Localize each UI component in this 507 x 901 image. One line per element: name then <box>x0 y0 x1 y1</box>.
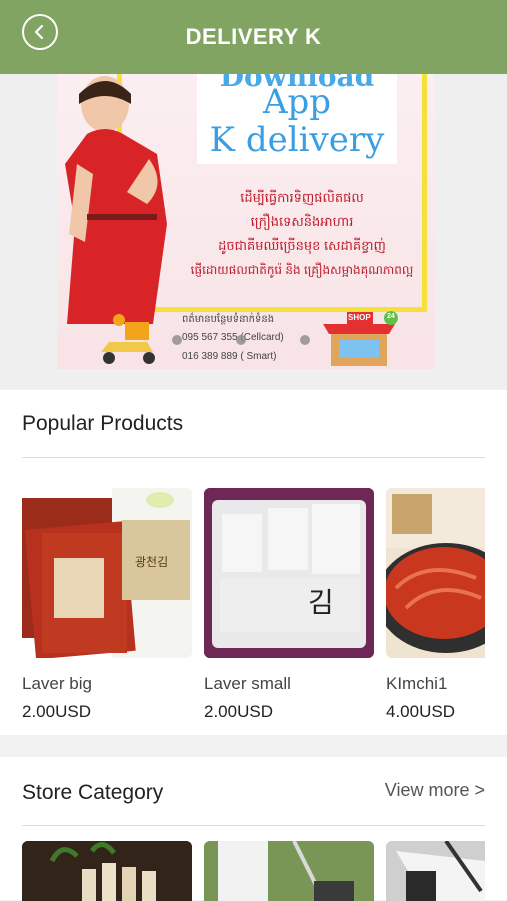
phone-smart: 016 389 889 ( Smart) <box>182 351 277 362</box>
product-image[interactable]: 광천김 <box>22 488 192 658</box>
shop-sign: SHOP <box>348 313 371 322</box>
product-image[interactable]: 김 <box>204 488 374 658</box>
product-box-label: 김 <box>308 587 334 618</box>
back-arrow-icon[interactable] <box>22 14 58 50</box>
category-card[interactable] <box>386 841 485 901</box>
store-category-section: Store Category View more > <box>0 757 507 901</box>
category-card[interactable] <box>204 841 374 901</box>
banner-slide[interactable]: Download App K delivery ដើម្បីធ្វើការទិញ… <box>57 74 435 369</box>
carousel-dot[interactable] <box>300 335 310 345</box>
product-card[interactable]: 광천김 Laver big 2.00USD <box>22 488 192 722</box>
section-title: Store Category <box>22 781 164 804</box>
product-price: 2.00USD <box>22 702 91 721</box>
section-divider <box>22 825 485 826</box>
carousel-dot[interactable] <box>236 335 246 345</box>
banner-khmer-line: ដូចជាគីមឈីច្រើនមុខ សេដាគីខ្វាញ់ <box>218 238 386 253</box>
delivery-scooter-icon <box>101 314 155 364</box>
product-image[interactable] <box>386 488 485 658</box>
banner-brand-text: K delivery <box>209 120 385 160</box>
product-card[interactable]: KImchi1 4.00USD <box>386 488 485 722</box>
contact-label: ពត៌មានបន្ថែមទំនាក់ទំនង <box>182 314 275 325</box>
banner-app-text: App <box>262 82 332 122</box>
shop-badge: 24 <box>387 313 395 320</box>
view-more-link[interactable]: View more > <box>385 780 485 801</box>
product-price: 4.00USD <box>386 702 455 721</box>
product-name: Laver big <box>22 674 92 693</box>
banner-khmer-line: ក្រឿងទេសនិងអាហារ <box>250 214 354 229</box>
product-card[interactable]: 김 Laver small 2.00USD <box>204 488 374 722</box>
app-bar: DELIVERY K <box>0 0 507 74</box>
category-card[interactable] <box>22 841 192 901</box>
product-name: KImchi1 <box>386 674 448 693</box>
product-box-label: 광천김 <box>135 554 168 569</box>
product-price: 2.00USD <box>204 702 273 721</box>
section-title: Popular Products <box>22 412 184 435</box>
banner-khmer-line: ផ្ញើដោយផលជាតិកូរ៉េ និង គ្រឿងសម្អាងគុណភាព… <box>190 263 414 277</box>
banner-khmer-line: ដើម្បីធ្វើការទិញផលិតផល <box>240 190 364 205</box>
page-title: DELIVERY K <box>185 24 322 49</box>
product-name: Laver small <box>204 674 291 693</box>
popular-products-section: Popular Products 광천김 Laver big 2.00USD 김… <box>0 390 507 735</box>
carousel-dot[interactable] <box>172 335 182 345</box>
section-divider <box>22 457 485 458</box>
banner-carousel[interactable]: Download App K delivery ដើម្បីធ្វើការទិញ… <box>0 74 507 390</box>
